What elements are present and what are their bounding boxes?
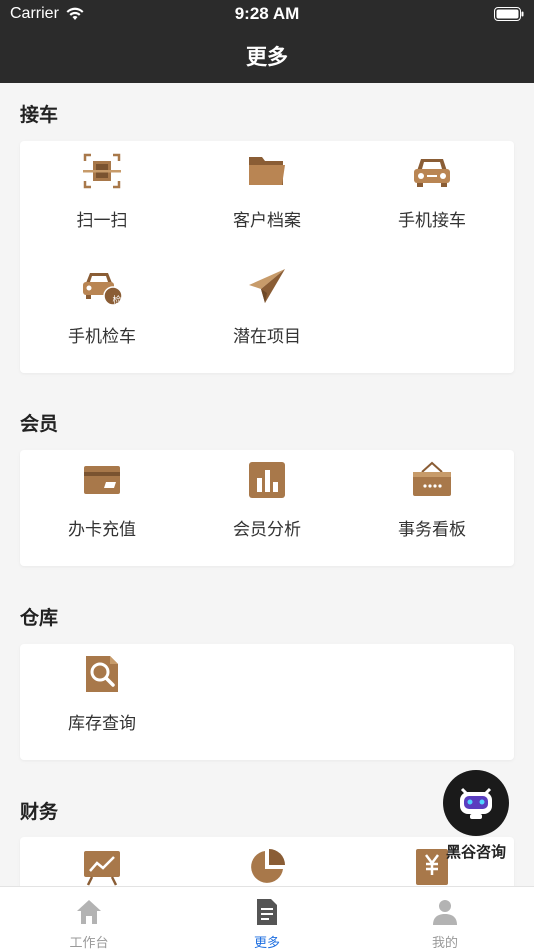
pie-chart-icon [247, 847, 287, 886]
menu-item-label: 会员分析 [233, 520, 301, 540]
car-icon [412, 151, 452, 191]
menu-item-label: 潜在项目 [233, 327, 301, 347]
menu-item-stock-query[interactable]: 库存查询 [20, 644, 184, 754]
section-card-member: 办卡充值 会员分析 事务看板 [20, 450, 514, 566]
tab-mine[interactable]: 我的 [356, 887, 534, 950]
robot-icon [456, 783, 496, 827]
menu-item-label: 库存查询 [68, 714, 136, 734]
menu-item-label: 客户档案 [233, 211, 301, 231]
person-icon [430, 897, 460, 927]
inspect-badge-label: 检 [112, 296, 122, 306]
tab-bar: 工作台 更多 我的 [0, 886, 534, 950]
menu-item-mobile-inspection[interactable]: 检 手机检车 [20, 257, 184, 367]
scan-icon [82, 151, 122, 191]
home-icon [74, 897, 104, 927]
bar-chart-icon [247, 460, 287, 500]
board-icon [412, 460, 452, 500]
tab-label: 我的 [431, 936, 458, 950]
menu-item-finance-2[interactable] [185, 837, 349, 886]
section-title-warehouse: 仓库 [20, 607, 59, 629]
presentation-chart-icon [82, 847, 122, 886]
search-document-icon [82, 654, 122, 694]
menu-item-finance-1[interactable] [20, 837, 184, 886]
section-title-member: 会员 [20, 413, 59, 435]
consult-float-button[interactable] [443, 770, 509, 836]
menu-item-label: 办卡充值 [68, 520, 136, 540]
nav-bar: 更多 [0, 28, 534, 83]
status-bar: Carrier 9:28 AM [0, 0, 534, 28]
menu-item-mobile-reception[interactable]: 手机接车 [350, 141, 514, 251]
battery-icon [494, 6, 524, 25]
section-title-finance: 财务 [20, 801, 59, 823]
tab-label: 工作台 [69, 936, 109, 950]
menu-item-task-board[interactable]: 事务看板 [350, 450, 514, 560]
section-card-warehouse: 库存查询 [20, 644, 514, 760]
menu-item-member-analysis[interactable]: 会员分析 [185, 450, 349, 560]
menu-item-label: 事务看板 [398, 520, 466, 540]
menu-item-customer-files[interactable]: 客户档案 [185, 141, 349, 251]
document-icon [252, 897, 282, 927]
folder-icon [247, 151, 287, 191]
consult-label[interactable]: 黑谷咨询 [430, 841, 522, 862]
tab-more[interactable]: 更多 [178, 887, 356, 950]
page-title: 更多 [246, 45, 288, 69]
menu-item-label: 扫一扫 [76, 211, 128, 231]
menu-item-card-recharge[interactable]: 办卡充值 [20, 450, 184, 560]
section-title-reception: 接车 [20, 104, 59, 126]
card-icon [82, 460, 122, 500]
menu-item-scan[interactable]: 扫一扫 [20, 141, 184, 251]
paper-plane-icon [247, 267, 287, 307]
clock: 9:28 AM [234, 4, 300, 23]
menu-item-label: 手机接车 [398, 211, 466, 231]
menu-item-label: 手机检车 [68, 327, 136, 347]
tab-label: 更多 [253, 936, 280, 950]
content-area[interactable]: 接车 扫一扫 客户档案 手机接车 检 手机检车 潜在项目 会员 办卡充值 会员分… [0, 83, 534, 886]
menu-item-potential-projects[interactable]: 潜在项目 [185, 257, 349, 367]
tab-workbench[interactable]: 工作台 [0, 887, 178, 950]
section-card-reception: 扫一扫 客户档案 手机接车 检 手机检车 潜在项目 [20, 141, 514, 373]
